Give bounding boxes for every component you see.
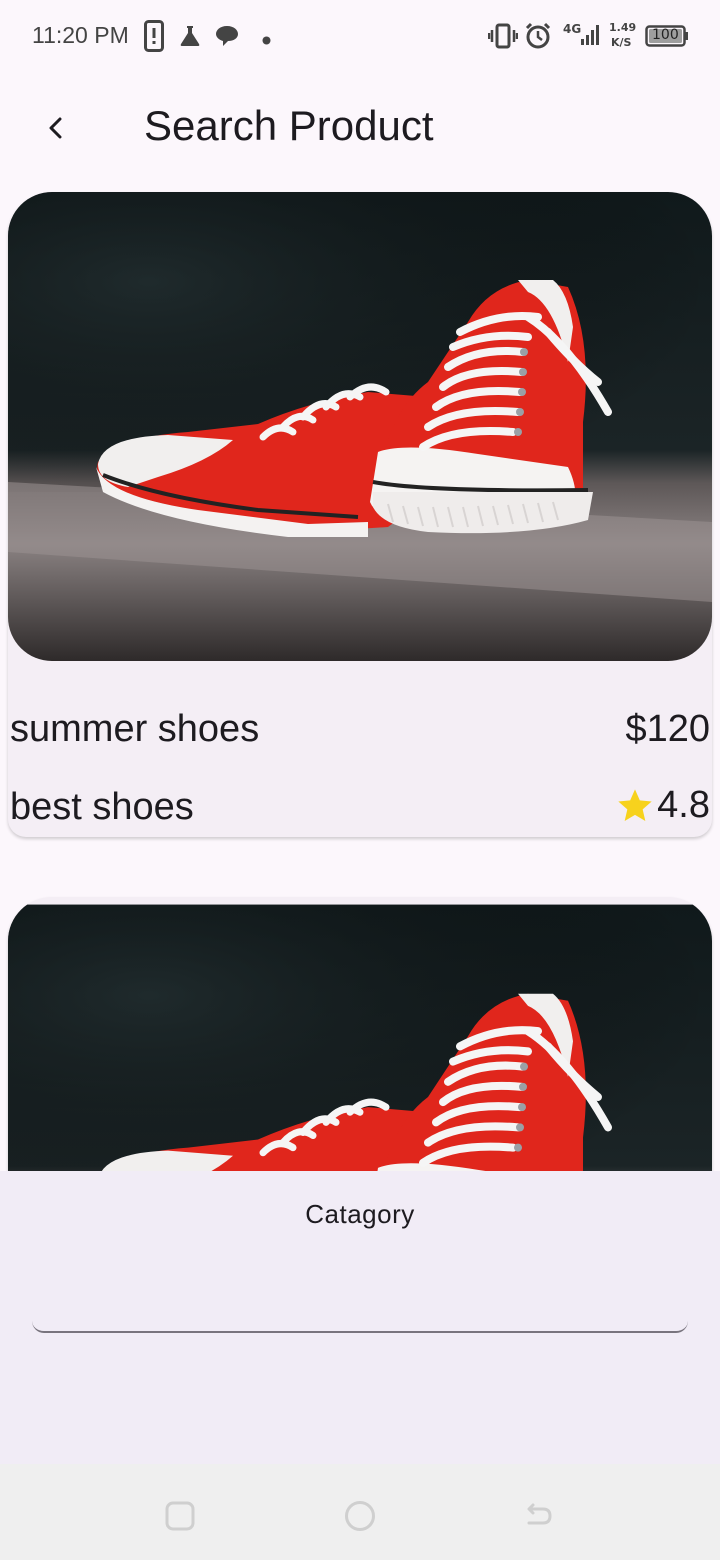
product-image	[8, 192, 712, 661]
status-time: 11:20 PM	[32, 22, 129, 48]
category-bottom-sheet: Catagory	[0, 1171, 720, 1464]
star-icon	[618, 788, 652, 821]
notification-dot-icon	[262, 32, 271, 50]
category-label: Catagory	[305, 1199, 415, 1229]
battery-level: 100	[652, 27, 679, 43]
app-screen: 11:20 PM 4G 1.49 K/S 100 Search Product …	[0, 0, 720, 1560]
flask-icon	[178, 24, 202, 53]
app-bar: Search Product	[0, 72, 720, 182]
product-name: summer shoes	[10, 708, 260, 750]
net-speed-value: 1.49	[609, 21, 637, 34]
product-description: best shoes	[10, 786, 194, 828]
net-speed-unit: K/S	[611, 36, 632, 49]
product-card[interactable]: summer shoes $120 best shoes 4.8	[8, 192, 712, 837]
vibrate-icon	[487, 22, 519, 55]
circle-icon	[345, 1501, 375, 1531]
signal-icon	[580, 24, 602, 51]
home-button[interactable]	[340, 1496, 380, 1536]
rating-value: 4.8	[657, 784, 710, 826]
back-nav-button[interactable]	[518, 1496, 558, 1536]
network-type: 4G	[563, 22, 582, 36]
product-rating: 4.8	[615, 784, 710, 827]
page-title: Search Product	[144, 102, 434, 149]
status-bar: 11:20 PM 4G 1.49 K/S 100	[0, 0, 720, 72]
square-icon	[165, 1501, 195, 1531]
back-button[interactable]	[30, 102, 82, 154]
category-input[interactable]	[32, 1301, 688, 1333]
recents-button[interactable]	[160, 1496, 200, 1536]
back-arrow-icon	[49, 117, 62, 139]
system-nav-bar	[0, 1464, 720, 1560]
product-price: $120	[625, 708, 710, 750]
chat-bubble-icon	[214, 24, 240, 53]
return-arrow-icon	[527, 1503, 552, 1525]
alarm-icon	[524, 22, 552, 55]
sim-alert-icon	[144, 20, 164, 57]
